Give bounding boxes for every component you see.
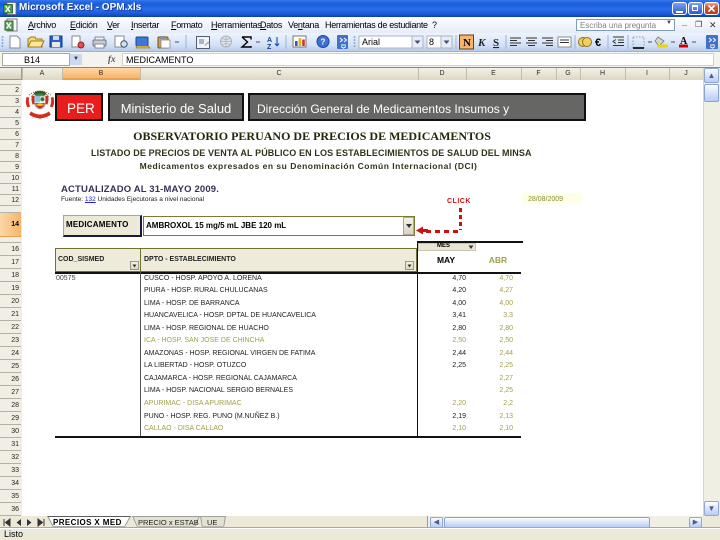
svg-text:N: N <box>463 37 471 49</box>
svg-text:K: K <box>477 37 486 49</box>
svg-text:8: 8 <box>429 37 434 47</box>
svg-text:A: A <box>267 37 272 44</box>
svg-text:S: S <box>493 37 499 49</box>
svg-text:?: ? <box>321 38 326 47</box>
svg-text:Z: Z <box>267 44 272 51</box>
svg-text:€: € <box>595 37 601 49</box>
svg-text:Arial: Arial <box>362 37 380 47</box>
